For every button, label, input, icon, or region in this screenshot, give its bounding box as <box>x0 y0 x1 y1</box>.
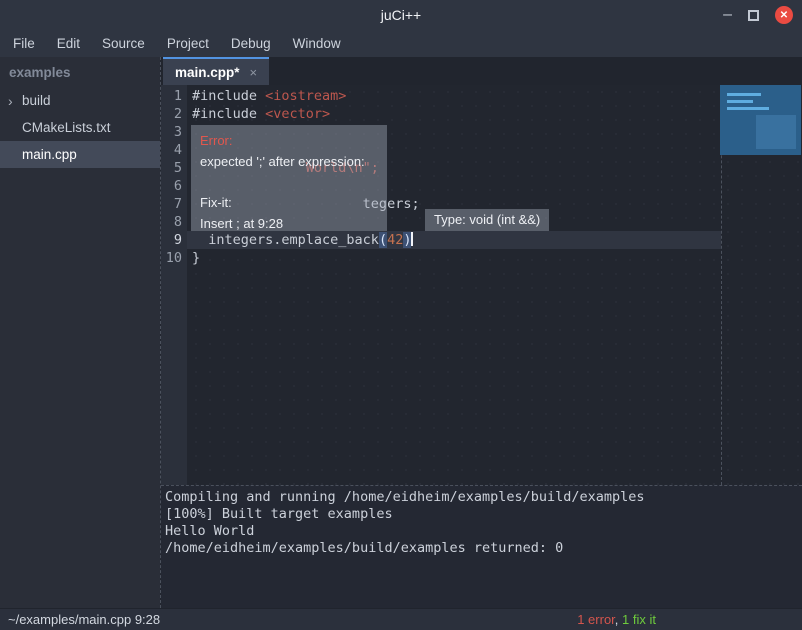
status-diagnostics: 1 error, 1 fix it <box>577 612 656 627</box>
line-number: 3 <box>161 123 187 141</box>
tab-bar: main.cpp* × <box>161 57 802 85</box>
menu-item-project[interactable]: Project <box>156 32 220 55</box>
diagnostics-separator: , <box>615 612 622 627</box>
chevron-right-icon[interactable]: › <box>8 93 22 109</box>
text-cursor <box>411 232 413 246</box>
fixit-count[interactable]: 1 fix it <box>622 612 656 627</box>
code-line-2[interactable]: 2#include <vector> <box>161 105 802 123</box>
line-number: 5 <box>161 159 187 177</box>
line-number: 7 <box>161 195 187 213</box>
tree-item-label: CMakeLists.txt <box>22 120 111 135</box>
tab-close-icon[interactable]: × <box>250 65 258 80</box>
tab-label: main.cpp* <box>175 65 240 80</box>
terminal-line: [100%] Built target examples <box>165 506 798 523</box>
line-number: 6 <box>161 177 187 195</box>
line-text: } <box>187 249 200 267</box>
type-tooltip: Type: void (int &&) <box>425 209 549 231</box>
line-number: 10 <box>161 249 187 267</box>
sidebar-item-build[interactable]: ›build <box>0 87 160 114</box>
minimap-thumbnail <box>720 85 801 155</box>
tooltip-spacer <box>200 172 378 192</box>
error-tooltip-title: Error: <box>200 130 378 151</box>
fixit-tooltip-title: Fix-it: <box>200 192 378 213</box>
terminal-output[interactable]: Compiling and running /home/eidheim/exam… <box>161 485 802 608</box>
minimap-line <box>727 100 753 103</box>
tree-item-label: main.cpp <box>22 147 77 162</box>
menubar: FileEditSourceProjectDebugWindow <box>0 30 802 57</box>
status-bar: ~/examples/main.cpp 9:28 1 error, 1 fix … <box>0 608 802 630</box>
code-line-10[interactable]: 10} <box>161 249 802 267</box>
line-number: 8 <box>161 213 187 231</box>
status-file-location: ~/examples/main.cpp 9:28 <box>8 612 160 627</box>
juci-window: juCi++ – ✕ FileEditSourceProjectDebugWin… <box>0 0 802 630</box>
menu-item-window[interactable]: Window <box>282 32 352 55</box>
line-text: #include <vector> <box>187 105 330 123</box>
line-text: #include <iostream> <box>187 87 346 105</box>
menu-item-debug[interactable]: Debug <box>220 32 282 55</box>
close-button[interactable]: ✕ <box>775 6 793 24</box>
menu-item-edit[interactable]: Edit <box>46 32 91 55</box>
tab-main-cpp[interactable]: main.cpp* × <box>163 57 269 85</box>
file-explorer-sidebar: examples ›build CMakeLists.txt main.cpp <box>0 57 160 608</box>
window-controls: – ✕ <box>723 6 802 24</box>
minimap-line <box>727 107 769 110</box>
fixit-tooltip-body: Insert ; at 9:28 <box>200 213 378 234</box>
sidebar-item-main-cpp[interactable]: main.cpp <box>0 141 160 168</box>
menu-item-source[interactable]: Source <box>91 32 156 55</box>
line-number: 9 <box>161 231 187 249</box>
terminal-line: Hello World <box>165 523 798 540</box>
code-line-1[interactable]: 1#include <iostream> <box>161 87 802 105</box>
error-count[interactable]: 1 error <box>577 612 615 627</box>
sidebar-item-cmakelists-txt[interactable]: CMakeLists.txt <box>0 114 160 141</box>
file-tree: ›build CMakeLists.txt main.cpp <box>0 87 160 168</box>
editor-pane: main.cpp* × 1#include <iostream>2#includ… <box>160 57 802 608</box>
error-tooltip-message: expected ';' after expression: <box>200 151 378 172</box>
title-bar[interactable]: juCi++ – ✕ <box>0 0 802 30</box>
minimize-button[interactable]: – <box>723 10 732 20</box>
line-number: 2 <box>161 105 187 123</box>
window-title: juCi++ <box>0 7 802 23</box>
error-tooltip: Error: expected ';' after expression: Fi… <box>191 125 387 231</box>
menu-item-file[interactable]: File <box>2 32 46 55</box>
minimap-panel <box>756 115 796 149</box>
project-name-header: examples <box>0 57 160 87</box>
tree-item-label: build <box>22 93 51 108</box>
line-number: 4 <box>161 141 187 159</box>
line-number: 1 <box>161 87 187 105</box>
code-editor[interactable]: 1#include <iostream>2#include <vector>34… <box>161 85 802 485</box>
terminal-line: Compiling and running /home/eidheim/exam… <box>165 489 798 506</box>
terminal-line: /home/eidheim/examples/build/examples re… <box>165 540 798 557</box>
main-content: examples ›build CMakeLists.txt main.cpp ma… <box>0 57 802 608</box>
maximize-button[interactable] <box>748 10 759 21</box>
minimap-line <box>727 93 761 96</box>
